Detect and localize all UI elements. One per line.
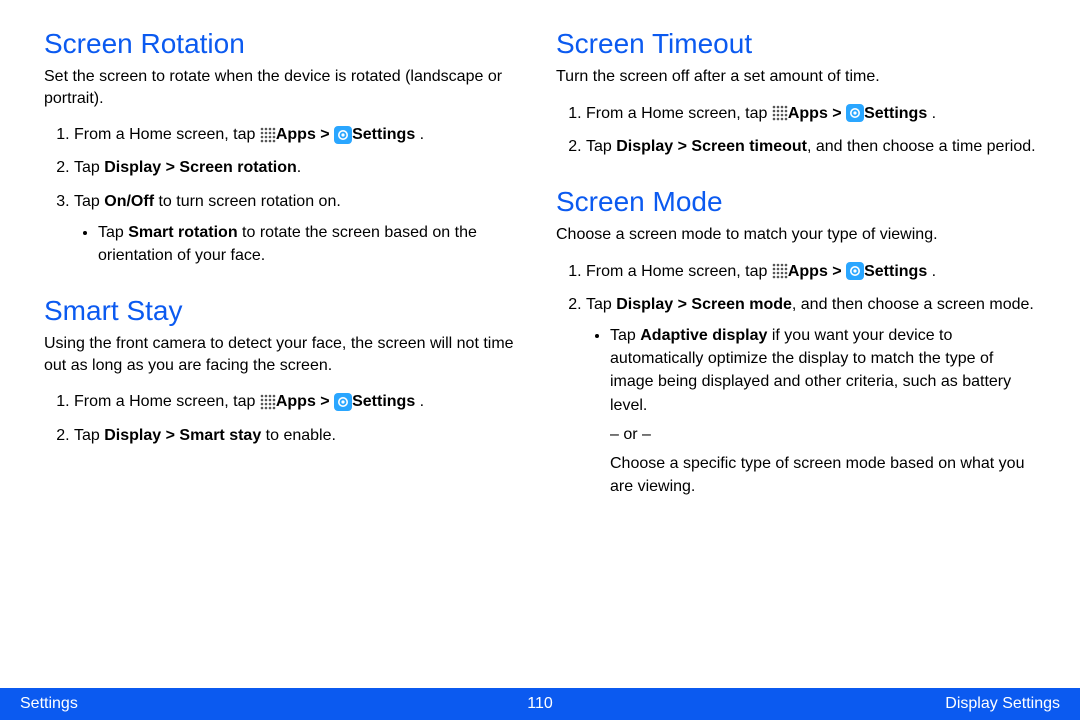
step: Tap Display > Smart stay to enable. <box>74 424 524 447</box>
heading-screen-rotation: Screen Rotation <box>44 28 524 60</box>
gt: > <box>320 126 329 143</box>
apps-label: Apps <box>788 263 828 280</box>
page-footer: Settings 110 Display Settings <box>0 688 1080 720</box>
steps-screen-mode: From a Home screen, tap Apps > Settings … <box>556 260 1036 499</box>
step: Tap Display > Screen timeout, and then c… <box>586 135 1036 158</box>
step-text: Tap <box>586 138 616 155</box>
step-text: From a Home screen, tap <box>586 263 772 280</box>
gt: > <box>320 393 329 410</box>
step: From a Home screen, tap Apps > Settings … <box>74 123 524 146</box>
step-text: Tap <box>74 193 104 210</box>
heading-screen-mode: Screen Mode <box>556 186 1036 218</box>
step-text: From a Home screen, tap <box>74 126 260 143</box>
step-bold: Display > Smart stay <box>104 427 261 444</box>
intro-screen-timeout: Turn the screen off after a set amount o… <box>556 66 1036 88</box>
apps-label: Apps <box>276 126 316 143</box>
step-bold: Display > Screen timeout <box>616 138 807 155</box>
section-screen-rotation: Screen Rotation Set the screen to rotate… <box>44 28 524 267</box>
step: Tap Display > Screen rotation. <box>74 156 524 179</box>
step-bold: On/Off <box>104 193 154 210</box>
settings-icon <box>334 126 352 144</box>
footer-page-number: 110 <box>527 695 553 713</box>
steps-screen-timeout: From a Home screen, tap Apps > Settings … <box>556 102 1036 158</box>
section-smart-stay: Smart Stay Using the front camera to det… <box>44 295 524 447</box>
step-bold: Display > Screen mode <box>616 296 792 313</box>
settings-label: Settings <box>352 393 415 410</box>
bullet: Tap Adaptive display if you want your de… <box>610 324 1036 498</box>
bullet-text: Tap <box>610 327 640 344</box>
step: Tap Display > Screen mode, and then choo… <box>586 293 1036 499</box>
apps-icon <box>772 263 788 279</box>
content-columns: Screen Rotation Set the screen to rotate… <box>0 0 1080 526</box>
step-text: Tap <box>74 427 104 444</box>
bullet: Tap Smart rotation to rotate the screen … <box>98 221 524 267</box>
gt: > <box>832 105 841 122</box>
heading-smart-stay: Smart Stay <box>44 295 524 327</box>
intro-smart-stay: Using the front camera to detect your fa… <box>44 333 524 376</box>
apps-icon <box>260 127 276 143</box>
left-column: Screen Rotation Set the screen to rotate… <box>44 28 524 526</box>
steps-screen-rotation: From a Home screen, tap Apps > Settings … <box>44 123 524 267</box>
or-separator: – or – <box>610 423 1036 446</box>
settings-icon <box>334 393 352 411</box>
step-suffix: to turn screen rotation on. <box>154 193 341 210</box>
step-bold: Display > Screen rotation <box>104 159 297 176</box>
apps-label: Apps <box>788 105 828 122</box>
step: From a Home screen, tap Apps > Settings … <box>586 260 1036 283</box>
heading-screen-timeout: Screen Timeout <box>556 28 1036 60</box>
step-suffix: . <box>297 159 301 176</box>
step-suffix: , and then choose a time period. <box>807 138 1036 155</box>
settings-icon <box>846 104 864 122</box>
step-suffix: , and then choose a screen mode. <box>792 296 1034 313</box>
step: From a Home screen, tap Apps > Settings … <box>74 390 524 413</box>
step: Tap On/Off to turn screen rotation on. T… <box>74 190 524 268</box>
steps-smart-stay: From a Home screen, tap Apps > Settings … <box>44 390 524 446</box>
sub-bullets: Tap Adaptive display if you want your de… <box>586 324 1036 498</box>
apps-label: Apps <box>276 393 316 410</box>
step-text: From a Home screen, tap <box>74 393 260 410</box>
apps-icon <box>772 105 788 121</box>
settings-label: Settings <box>864 105 927 122</box>
intro-screen-mode: Choose a screen mode to match your type … <box>556 224 1036 246</box>
step: From a Home screen, tap Apps > Settings … <box>586 102 1036 125</box>
or-after-text: Choose a specific type of screen mode ba… <box>610 452 1036 498</box>
bullet-bold: Adaptive display <box>640 327 767 344</box>
settings-icon <box>846 262 864 280</box>
footer-left: Settings <box>20 695 78 713</box>
bullet-text: Tap <box>98 224 128 241</box>
right-column: Screen Timeout Turn the screen off after… <box>556 28 1036 526</box>
gt: > <box>832 263 841 280</box>
step-text: From a Home screen, tap <box>586 105 772 122</box>
step-text: Tap <box>74 159 104 176</box>
section-screen-mode: Screen Mode Choose a screen mode to matc… <box>556 186 1036 498</box>
settings-label: Settings <box>352 126 415 143</box>
footer-right: Display Settings <box>945 695 1060 713</box>
intro-screen-rotation: Set the screen to rotate when the device… <box>44 66 524 109</box>
bullet-bold: Smart rotation <box>128 224 237 241</box>
step-suffix: to enable. <box>261 427 336 444</box>
step-text: Tap <box>586 296 616 313</box>
section-screen-timeout: Screen Timeout Turn the screen off after… <box>556 28 1036 158</box>
manual-page: Screen Rotation Set the screen to rotate… <box>0 0 1080 720</box>
apps-icon <box>260 394 276 410</box>
settings-label: Settings <box>864 263 927 280</box>
sub-bullets: Tap Smart rotation to rotate the screen … <box>74 221 524 267</box>
